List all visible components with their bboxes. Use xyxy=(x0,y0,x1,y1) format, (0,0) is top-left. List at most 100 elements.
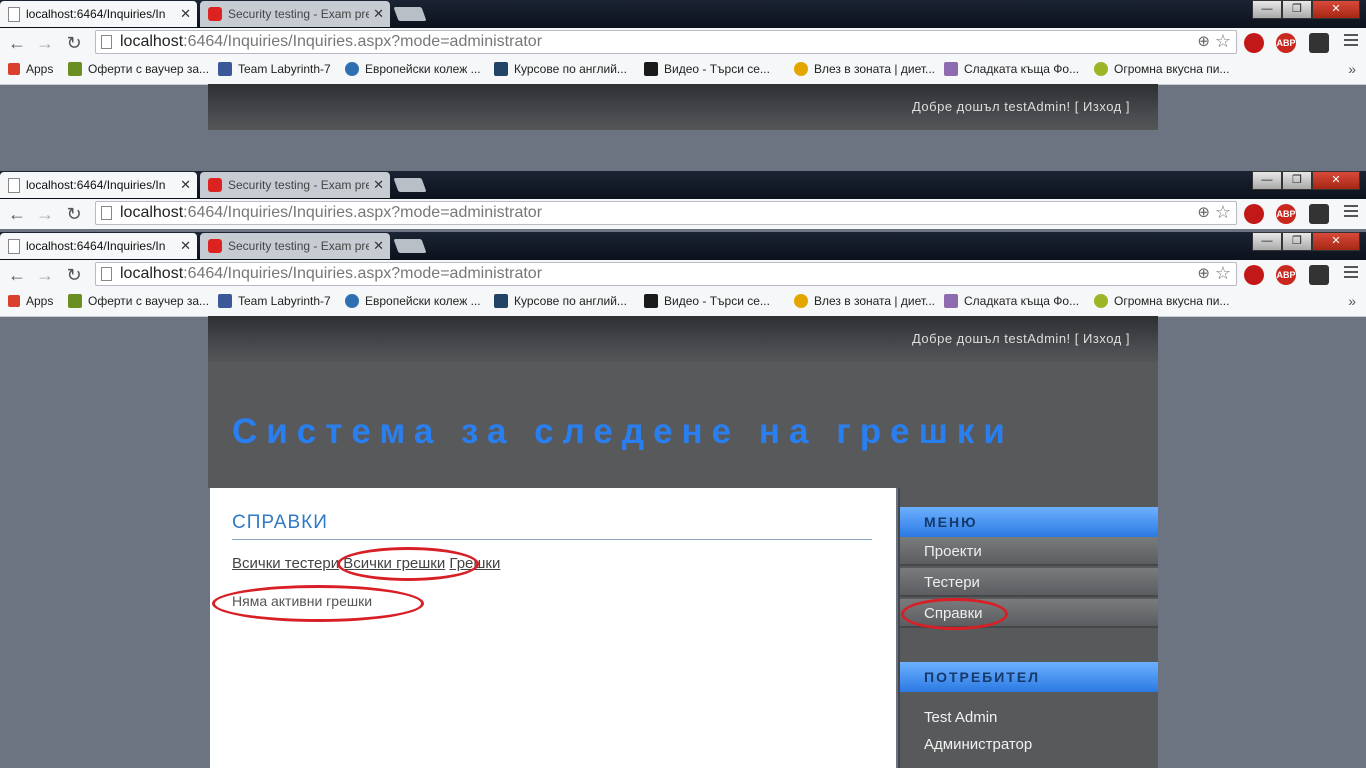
maximize-button[interactable]: ❐ xyxy=(1282,171,1312,190)
tab-localhost[interactable]: localhost:6464/Inquiries/In ✕ xyxy=(0,233,197,259)
chevron-right-icon[interactable]: » xyxy=(1348,61,1356,77)
bookmark-apps[interactable]: Apps xyxy=(8,294,53,308)
reload-icon[interactable]: ↻ xyxy=(63,203,85,225)
address-bar[interactable]: localhost:6464/Inquiries/Inquiries.aspx?… xyxy=(95,201,1237,225)
bookmark-item[interactable]: Сладката къща Фо... xyxy=(944,62,1079,76)
tab-strip: localhost:6464/Inquiries/In ✕ Security t… xyxy=(0,171,1366,199)
address-bar[interactable]: localhost:6464/Inquiries/Inquiries.aspx?… xyxy=(95,30,1237,54)
bookmark-star-icon[interactable]: ☆ xyxy=(1215,201,1231,223)
bookmark-item[interactable]: Оферти с ваучер за... xyxy=(68,62,209,76)
menu-item-testers[interactable]: Тестери xyxy=(900,568,1158,597)
user-role: Администратор xyxy=(924,736,1033,753)
bookmark-item[interactable]: Team Labyrinth-7 xyxy=(218,62,331,76)
bookmark-favicon xyxy=(68,62,82,76)
user-name: Test Admin xyxy=(924,709,998,726)
bookmark-item[interactable]: Влез в зоната | диет... xyxy=(794,62,935,76)
abp-extension-icon[interactable]: ABP xyxy=(1276,204,1296,224)
forward-arrow-icon[interactable]: → xyxy=(34,32,56,54)
close-tab-icon[interactable]: ✕ xyxy=(373,177,384,193)
bookmark-favicon xyxy=(644,62,658,76)
bookmark-item[interactable]: Видео - Търси се... xyxy=(644,294,770,308)
close-tab-icon[interactable]: ✕ xyxy=(373,6,384,22)
close-window-button[interactable]: ✕ xyxy=(1312,171,1360,190)
close-tab-icon[interactable]: ✕ xyxy=(180,6,191,22)
bookmark-item[interactable]: Огромна вкусна пи... xyxy=(1094,62,1229,76)
apps-grid-icon xyxy=(8,295,20,307)
menu-icon[interactable] xyxy=(1344,34,1358,49)
tab-security-testing[interactable]: Security testing - Exam pre ✕ xyxy=(200,172,390,198)
menu-item-projects[interactable]: Проекти xyxy=(900,537,1158,566)
zoom-icon[interactable]: ⊕ xyxy=(1197,202,1210,224)
browser-window-middle: localhost:6464/Inquiries/In ✕ Security t… xyxy=(0,171,1366,231)
new-tab-button[interactable] xyxy=(393,178,427,192)
chevron-right-icon[interactable]: » xyxy=(1348,293,1356,309)
forward-arrow-icon[interactable]: → xyxy=(34,203,56,225)
page-icon xyxy=(101,35,112,49)
reload-icon[interactable]: ↻ xyxy=(63,264,85,286)
forward-arrow-icon[interactable]: → xyxy=(34,264,56,286)
bookmark-star-icon[interactable]: ☆ xyxy=(1215,262,1231,284)
bookmark-favicon xyxy=(944,62,958,76)
tab-security-testing[interactable]: Security testing - Exam pre ✕ xyxy=(200,233,390,259)
bookmark-item[interactable]: Видео - Търси се... xyxy=(644,62,770,76)
minimize-button[interactable]: — xyxy=(1252,0,1282,19)
logout-link[interactable]: Изход xyxy=(1083,99,1122,114)
new-tab-button[interactable] xyxy=(393,7,427,21)
minimize-button[interactable]: — xyxy=(1252,171,1282,190)
close-tab-icon[interactable]: ✕ xyxy=(180,177,191,193)
bookmark-item[interactable]: Оферти с ваучер за... xyxy=(68,294,209,308)
annotation-ring-empty-message xyxy=(212,585,424,622)
tab-security-testing[interactable]: Security testing - Exam pre ✕ xyxy=(200,1,390,27)
bookmark-item[interactable]: Европейски колеж ... xyxy=(345,62,481,76)
bookmark-item[interactable]: Влез в зоната | диет... xyxy=(794,294,935,308)
back-arrow-icon[interactable]: ← xyxy=(6,203,28,225)
bookmarks-bar: Apps Оферти с ваучер за... Team Labyrint… xyxy=(0,290,1366,317)
bookmark-apps[interactable]: Apps xyxy=(8,62,53,76)
abp-extension-icon[interactable]: ABP xyxy=(1276,33,1296,53)
zoom-icon[interactable]: ⊕ xyxy=(1197,31,1210,53)
bookmark-favicon xyxy=(494,294,508,308)
address-bar[interactable]: localhost:6464/Inquiries/Inquiries.aspx?… xyxy=(95,262,1237,286)
tab-localhost[interactable]: localhost:6464/Inquiries/In ✕ xyxy=(0,172,197,198)
reload-icon[interactable]: ↻ xyxy=(63,32,85,54)
maximize-button[interactable]: ❐ xyxy=(1282,232,1312,251)
bookmark-star-icon[interactable]: ☆ xyxy=(1215,30,1231,52)
bookmark-favicon xyxy=(1094,294,1108,308)
bookmark-item[interactable]: Курсове по англий... xyxy=(494,62,627,76)
adblock-extension-icon[interactable] xyxy=(1244,33,1264,53)
close-window-button[interactable]: ✕ xyxy=(1312,0,1360,19)
tab-localhost[interactable]: localhost:6464/Inquiries/In ✕ xyxy=(0,1,197,27)
adblock-extension-icon[interactable] xyxy=(1244,265,1264,285)
bookmark-favicon xyxy=(944,294,958,308)
extension-icon[interactable] xyxy=(1309,265,1329,285)
tab-title: Security testing - Exam pre xyxy=(228,239,370,253)
close-tab-icon[interactable]: ✕ xyxy=(373,238,384,254)
back-arrow-icon[interactable]: ← xyxy=(6,264,28,286)
all-testers-link[interactable]: Всички тестери xyxy=(232,555,339,572)
extension-icon[interactable] xyxy=(1309,33,1329,53)
menu-icon[interactable] xyxy=(1344,266,1358,281)
minimize-button[interactable]: — xyxy=(1252,232,1282,251)
bookmark-favicon xyxy=(794,294,808,308)
back-arrow-icon[interactable]: ← xyxy=(6,32,28,54)
bookmark-item[interactable]: Курсове по англий... xyxy=(494,294,627,308)
adblock-extension-icon[interactable] xyxy=(1244,204,1264,224)
tab-title: localhost:6464/Inquiries/In xyxy=(26,7,166,21)
extension-icon[interactable] xyxy=(1309,204,1329,224)
new-tab-button[interactable] xyxy=(393,239,427,253)
zoom-icon[interactable]: ⊕ xyxy=(1197,263,1210,285)
menu-icon[interactable] xyxy=(1344,205,1358,220)
toolbar: ← → ↻ localhost:6464/Inquiries/Inquiries… xyxy=(0,199,1366,229)
bookmark-favicon xyxy=(644,294,658,308)
maximize-button[interactable]: ❐ xyxy=(1282,0,1312,19)
bookmark-item[interactable]: Огромна вкусна пи... xyxy=(1094,294,1229,308)
annotation-ring-all-bugs xyxy=(337,547,479,581)
bookmark-item[interactable]: Сладката къща Фо... xyxy=(944,294,1079,308)
logout-link[interactable]: Изход xyxy=(1083,331,1122,346)
abp-extension-icon[interactable]: ABP xyxy=(1276,265,1296,285)
bookmark-item[interactable]: Европейски колеж ... xyxy=(345,294,481,308)
close-tab-icon[interactable]: ✕ xyxy=(180,238,191,254)
bookmark-item[interactable]: Team Labyrinth-7 xyxy=(218,294,331,308)
close-window-button[interactable]: ✕ xyxy=(1312,232,1360,251)
url-host: localhost xyxy=(120,33,184,50)
